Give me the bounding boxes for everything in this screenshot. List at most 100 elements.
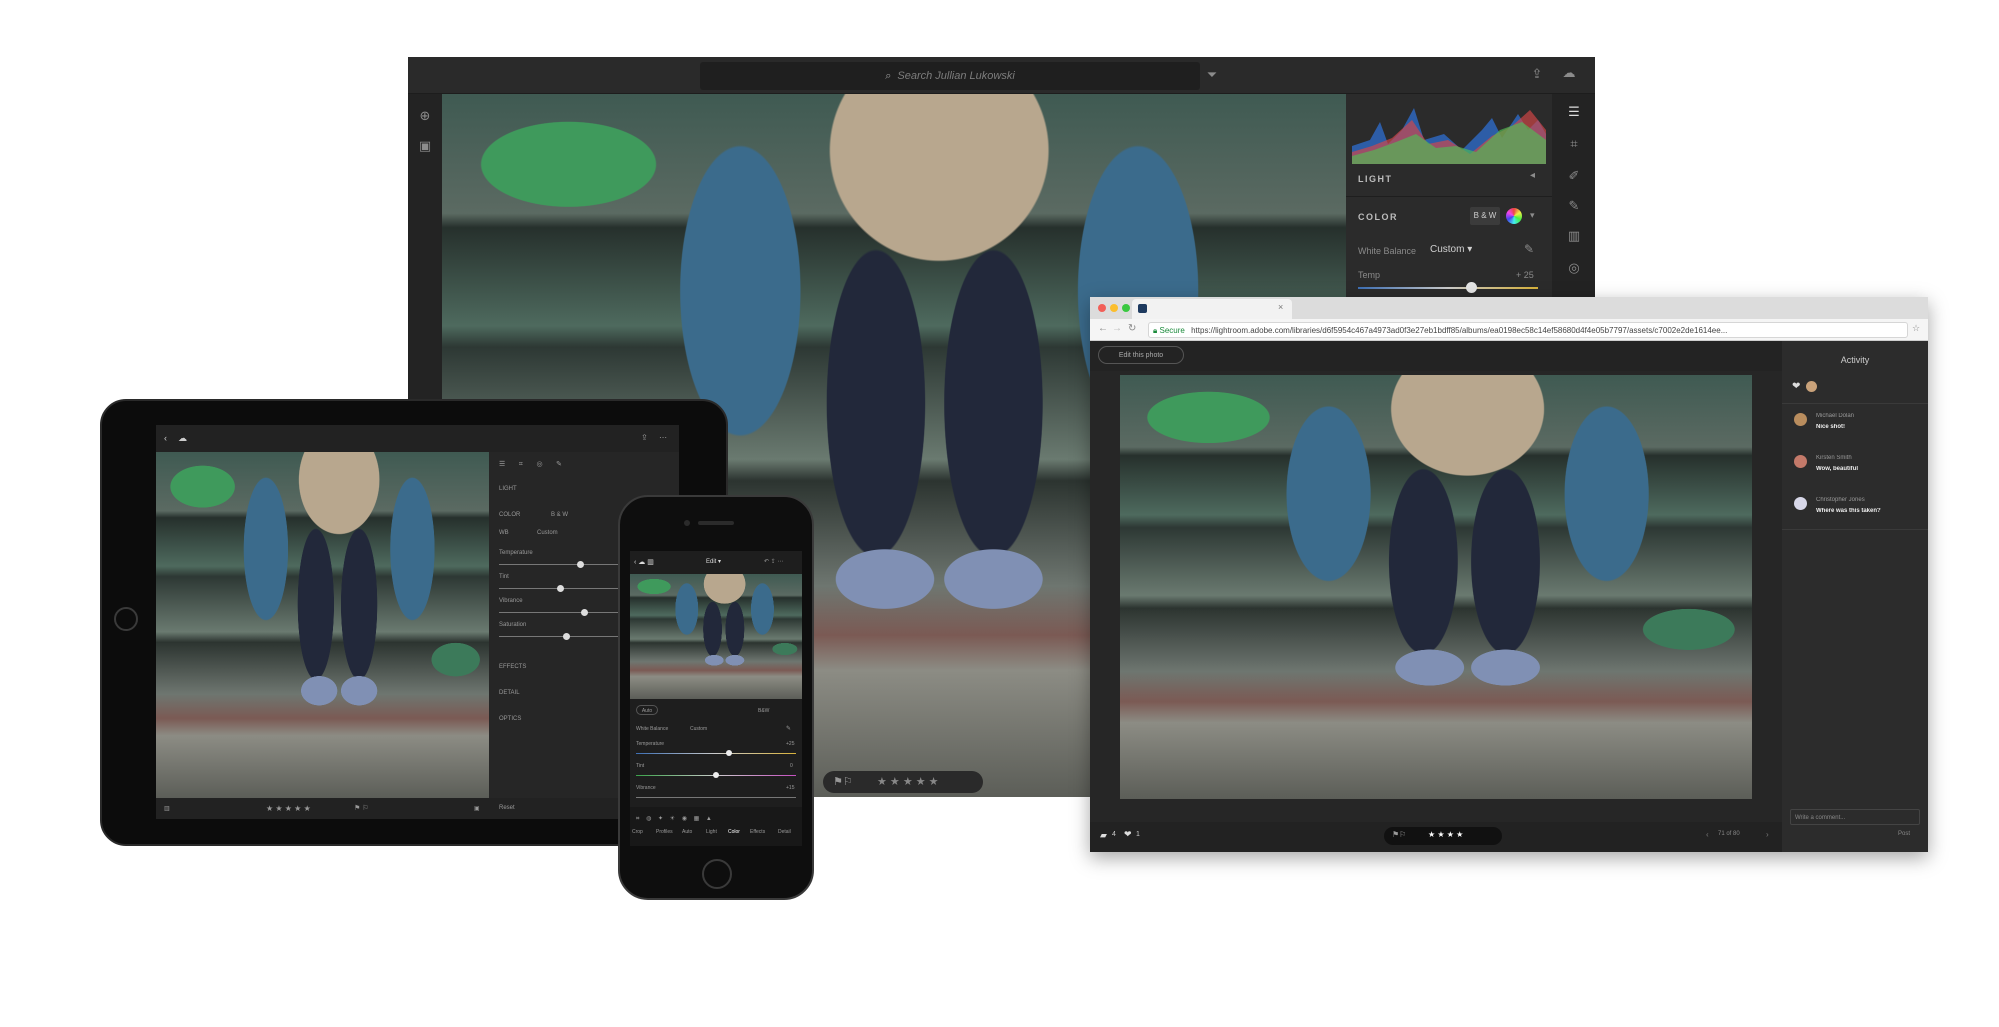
previous-icon[interactable]: ‹ [1706,830,1709,839]
star-rating[interactable]: ★ ★ ★ ★ ★ [266,804,311,813]
browser-tab[interactable]: × [1132,299,1292,319]
avatar [1806,381,1817,392]
post-button[interactable]: Post [1898,831,1910,837]
heart-icon[interactable]: ❤ [1124,829,1132,840]
edit-mode-dropdown[interactable]: Edit ▾ [706,558,721,565]
activity-title: Activity [1840,355,1870,365]
filter-icon[interactable]: ⏷ [1203,67,1221,83]
white-balance-dropdown[interactable]: Custom ▾ [1430,244,1472,255]
speaker-grille [698,521,734,525]
white-balance-value[interactable]: Custom [690,726,707,732]
back-icon[interactable]: ‹ ☁ ▥ [634,558,654,566]
comment-input[interactable]: Write a comment... [1790,809,1920,825]
vibrance-slider[interactable] [636,797,796,798]
bw-button[interactable]: B & W [1470,207,1500,225]
brush-icon[interactable]: ✎ [1564,198,1584,214]
star-rating[interactable]: ★ ★ ★ ★ [1428,830,1463,839]
library-icon[interactable]: ▣ [416,138,434,154]
healing-brush-icon[interactable]: ✐ [1564,168,1584,184]
gradient-icon[interactable]: ▥ [1564,228,1584,244]
sliders-icon[interactable]: ☰ [1564,104,1584,120]
optics-label[interactable]: OPTICS [499,716,521,722]
share-icon[interactable]: ⇪ [641,433,648,442]
eyedropper-icon[interactable]: ✎ [1524,242,1534,256]
home-button[interactable] [702,859,732,889]
radial-icon[interactable]: ◎ [1564,260,1584,276]
close-window-button[interactable] [1098,304,1106,312]
temperature-handle[interactable] [577,561,584,568]
tool-auto[interactable]: Auto [682,829,692,835]
tool-light[interactable]: Light [706,829,717,835]
auto-button-label: Auto [641,708,653,714]
comment-icon[interactable]: ▰ [1100,830,1107,841]
saturation-handle[interactable] [563,633,570,640]
tools-row[interactable]: ☰ ⌗ ◎ ✎ [499,460,562,469]
temperature-label: Temperature [499,550,533,556]
wb-value[interactable]: Custom [537,530,558,536]
vibrance-handle[interactable] [581,609,588,616]
temperature-handle[interactable] [726,750,732,756]
address-bar-row: ← → ↻ 🔒︎ Secure https://lightroom.adobe.… [1090,319,1928,341]
edit-photo-button[interactable]: Edit this photo [1098,346,1184,364]
tool-bar: Crop Profiles Auto Light Color Effects D… [630,807,802,846]
next-icon[interactable]: › [1766,830,1769,839]
compare-icon[interactable]: ▣ [474,805,480,812]
back-icon[interactable]: ← [1098,323,1108,334]
tablet-screen: ‹ ☁ ⇪ ⋯ ☰ ⌗ ◎ ✎ LIGHT COLOR B & W WB Cus… [156,425,679,819]
forward-icon[interactable]: → [1112,323,1122,334]
chevron-left-icon[interactable]: ◂ [1530,170,1535,181]
home-button[interactable] [114,607,138,631]
undo-icon[interactable]: ↶ ⇪ ⋯ [764,558,783,565]
temperature-slider[interactable] [636,753,796,754]
flag-icon[interactable]: ⚑⚐ [1392,830,1406,839]
edit-mode-label: Edit [706,559,717,565]
tint-handle[interactable] [557,585,564,592]
color-mixer-icon[interactable] [1506,208,1522,224]
minimize-window-button[interactable] [1110,304,1118,312]
effects-label[interactable]: EFFECTS [499,664,526,670]
auto-button[interactable]: Auto [636,705,658,715]
crop-icon[interactable]: ⌗ [1564,136,1584,152]
light-section-label[interactable]: LIGHT [1358,174,1393,184]
panel-toggle-icon[interactable]: ▥ [164,805,170,812]
tool-effects[interactable]: Effects [750,829,765,835]
color-section-label[interactable]: COLOR [1358,212,1398,222]
top-bar: ⌕ Search Jullian Lukowski ⏷ ⇪ ☁ [408,57,1595,94]
tool-color[interactable]: Color [728,829,740,835]
temp-slider-handle[interactable] [1466,282,1477,293]
comment-placeholder: Write a comment... [1795,815,1846,821]
search-placeholder: Search Jullian Lukowski [897,70,1015,82]
light-label[interactable]: LIGHT [499,486,517,492]
reload-icon[interactable]: ↻ [1128,323,1136,334]
add-photos-icon[interactable]: ⊕ [416,108,434,124]
comment-count: 4 [1112,831,1116,838]
share-icon[interactable]: ⇪ [1528,66,1546,82]
tint-handle[interactable] [713,772,719,778]
url-field[interactable]: 🔒︎ Secure https://lightroom.adobe.com/li… [1148,322,1908,338]
cloud-icon[interactable]: ☁ [1558,65,1580,81]
detail-label[interactable]: DETAIL [499,690,520,696]
maximize-window-button[interactable] [1122,304,1130,312]
back-icon[interactable]: ‹ [164,433,167,443]
reset-button[interactable]: Reset [499,805,515,811]
likes-heart-icon[interactable]: ❤ [1792,381,1800,392]
lightroom-favicon [1138,304,1147,313]
bookmark-star-icon[interactable]: ☆ [1912,323,1920,334]
flag-icon[interactable]: ⚑⚐ [833,775,853,788]
tool-detail[interactable]: Detail [778,829,791,835]
tool-profiles[interactable]: Profiles [656,829,673,835]
more-icon[interactable]: ⋯ [659,433,667,442]
search-input[interactable]: ⌕ Search Jullian Lukowski [700,62,1200,90]
tool-crop[interactable]: Crop [632,829,643,835]
temp-slider[interactable] [1358,287,1538,289]
color-label[interactable]: COLOR [499,512,520,518]
flag-icon[interactable]: ⚑ ⚐ [354,804,369,812]
secure-label: Secure [1159,326,1185,335]
eyedropper-icon[interactable]: ✎ [786,725,791,732]
star-rating[interactable]: ★ ★ ★ ★ ★ [877,775,939,788]
search-icon: ⌕ [885,70,892,82]
bw-button[interactable]: B&W [758,708,769,714]
bw-button[interactable]: B & W [551,512,568,518]
close-tab-icon[interactable]: × [1278,302,1283,312]
chevron-down-icon[interactable]: ▾ [1530,210,1535,221]
